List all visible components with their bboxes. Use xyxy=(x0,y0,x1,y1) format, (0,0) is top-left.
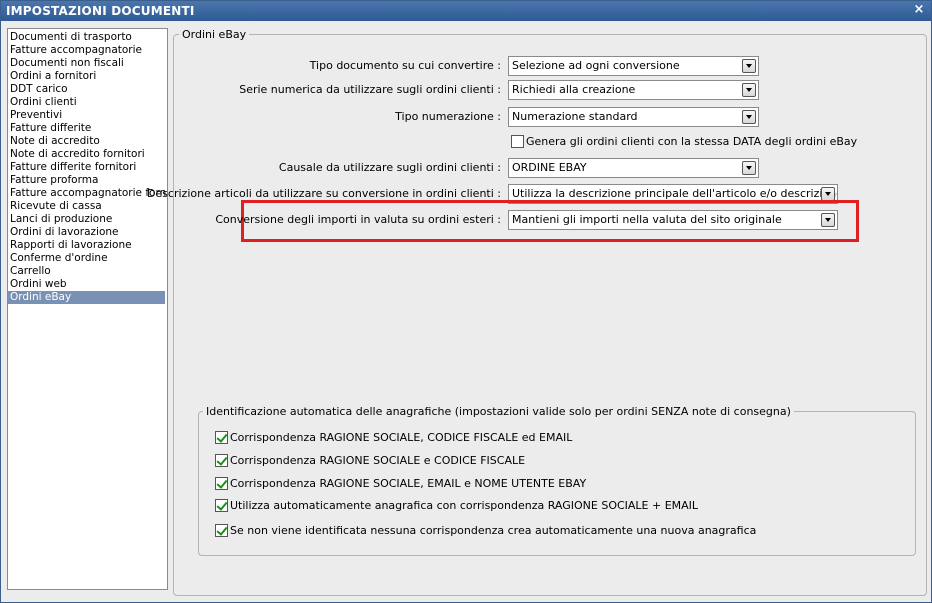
causale-label: Causale da utilizzare sugli ordini clien… xyxy=(278,161,501,174)
sidebar-item-conferme-d-ordine[interactable]: Conferme d'ordine xyxy=(8,252,167,265)
chevron-down-icon[interactable] xyxy=(742,161,756,175)
serie-numerica-label: Serie numerica da utilizzare sugli ordin… xyxy=(239,83,501,96)
option-checkbox-5[interactable] xyxy=(215,524,228,537)
sidebar-item-ordini-web[interactable]: Ordini web xyxy=(8,278,167,291)
option-label-1: Corrispondenza RAGIONE SOCIALE, CODICE F… xyxy=(230,431,573,444)
serie-numerica-value: Richiedi alla creazione xyxy=(512,83,636,96)
sidebar-item-ordini-di-lavorazione[interactable]: Ordini di lavorazione xyxy=(8,226,167,239)
sidebar-item-ricevute-di-cassa[interactable]: Ricevute di cassa xyxy=(8,200,167,213)
sidebar-item-rapporti-di-lavorazione[interactable]: Rapporti di lavorazione xyxy=(8,239,167,252)
option-checkbox-1[interactable] xyxy=(215,431,228,444)
close-icon[interactable]: × xyxy=(912,3,926,17)
option-label-4: Utilizza automaticamente anagrafica con … xyxy=(230,499,699,512)
option-label-3: Corrispondenza RAGIONE SOCIALE, EMAIL e … xyxy=(230,477,587,490)
sidebar-item-note-di-accredito-fornitori[interactable]: Note di accredito fornitori xyxy=(8,148,167,161)
option-checkbox-3[interactable] xyxy=(215,477,228,490)
conversione-valuta-label: Conversione degli importi in valuta su o… xyxy=(215,213,501,226)
sidebar-item-fatture-accompagnatorie[interactable]: Fatture accompagnatorie xyxy=(8,44,167,57)
settings-window: IMPOSTAZIONI DOCUMENTI × Documenti di tr… xyxy=(0,0,932,603)
sidebar-item-ordini-clienti[interactable]: Ordini clienti xyxy=(8,96,167,109)
document-type-list[interactable]: Documenti di trasporto Fatture accompagn… xyxy=(7,28,168,590)
group-title: Ordini eBay xyxy=(179,28,250,41)
tipo-numerazione-value: Numerazione standard xyxy=(512,110,638,123)
chevron-down-icon[interactable] xyxy=(742,83,756,97)
tipo-documento-label: Tipo documento su cui convertire : xyxy=(309,59,501,72)
option-label-2: Corrispondenza RAGIONE SOCIALE e CODICE … xyxy=(230,454,526,467)
sidebar-item-lanci-di-produzione[interactable]: Lanci di produzione xyxy=(8,213,167,226)
sidebar-item-ddt-carico[interactable]: DDT carico xyxy=(8,83,167,96)
genera-data-label: Genera gli ordini clienti con la stessa … xyxy=(526,135,858,148)
sidebar-item-note-di-accredito[interactable]: Note di accredito xyxy=(8,135,167,148)
sidebar-item-documenti-di-trasporto[interactable]: Documenti di trasporto xyxy=(8,31,167,44)
sidebar-item-documenti-non-fiscali[interactable]: Documenti non fiscali xyxy=(8,57,167,70)
title-bar: IMPOSTAZIONI DOCUMENTI × xyxy=(1,1,931,21)
tipo-numerazione-select[interactable]: Numerazione standard xyxy=(508,107,759,127)
causale-select[interactable]: ORDINE EBAY xyxy=(508,158,759,178)
conversione-valuta-select[interactable]: Mantieni gli importi nella valuta del si… xyxy=(508,210,838,230)
sidebar-item-ordini-ebay[interactable]: Ordini eBay xyxy=(8,291,165,304)
sidebar-item-carrello[interactable]: Carrello xyxy=(8,265,167,278)
sidebar-item-ordini-a-fornitori[interactable]: Ordini a fornitori xyxy=(8,70,167,83)
option-checkbox-2[interactable] xyxy=(215,454,228,467)
chevron-down-icon[interactable] xyxy=(742,59,756,73)
genera-data-checkbox[interactable] xyxy=(511,135,524,148)
sidebar-item-fatture-accompagnatorie-fornitori[interactable]: Fatture accompagnatorie fornito xyxy=(8,187,167,200)
serie-numerica-select[interactable]: Richiedi alla creazione xyxy=(508,80,759,100)
tipo-documento-select[interactable]: Selezione ad ogni conversione xyxy=(508,56,759,76)
chevron-down-icon[interactable] xyxy=(742,110,756,124)
sidebar-item-preventivi[interactable]: Preventivi xyxy=(8,109,167,122)
option-label-5: Se non viene identificata nessuna corris… xyxy=(230,524,757,537)
conversione-valuta-value: Mantieni gli importi nella valuta del si… xyxy=(512,213,782,226)
tipo-numerazione-label: Tipo numerazione : xyxy=(395,110,501,123)
sidebar-item-fatture-differite[interactable]: Fatture differite xyxy=(8,122,167,135)
chevron-down-icon[interactable] xyxy=(821,187,835,201)
tipo-documento-value: Selezione ad ogni conversione xyxy=(512,59,680,72)
chevron-down-icon[interactable] xyxy=(821,213,835,227)
descrizione-label: Descrizione articoli da utilizzare su co… xyxy=(146,187,501,200)
sidebar-item-fatture-differite-fornitori[interactable]: Fatture differite fornitori xyxy=(8,161,167,174)
sidebar-item-fatture-proforma[interactable]: Fatture proforma xyxy=(8,174,167,187)
window-title: IMPOSTAZIONI DOCUMENTI xyxy=(6,4,195,18)
causale-value: ORDINE EBAY xyxy=(512,161,587,174)
option-checkbox-4[interactable] xyxy=(215,499,228,512)
identificazione-title: Identificazione automatica delle anagraf… xyxy=(203,405,794,418)
